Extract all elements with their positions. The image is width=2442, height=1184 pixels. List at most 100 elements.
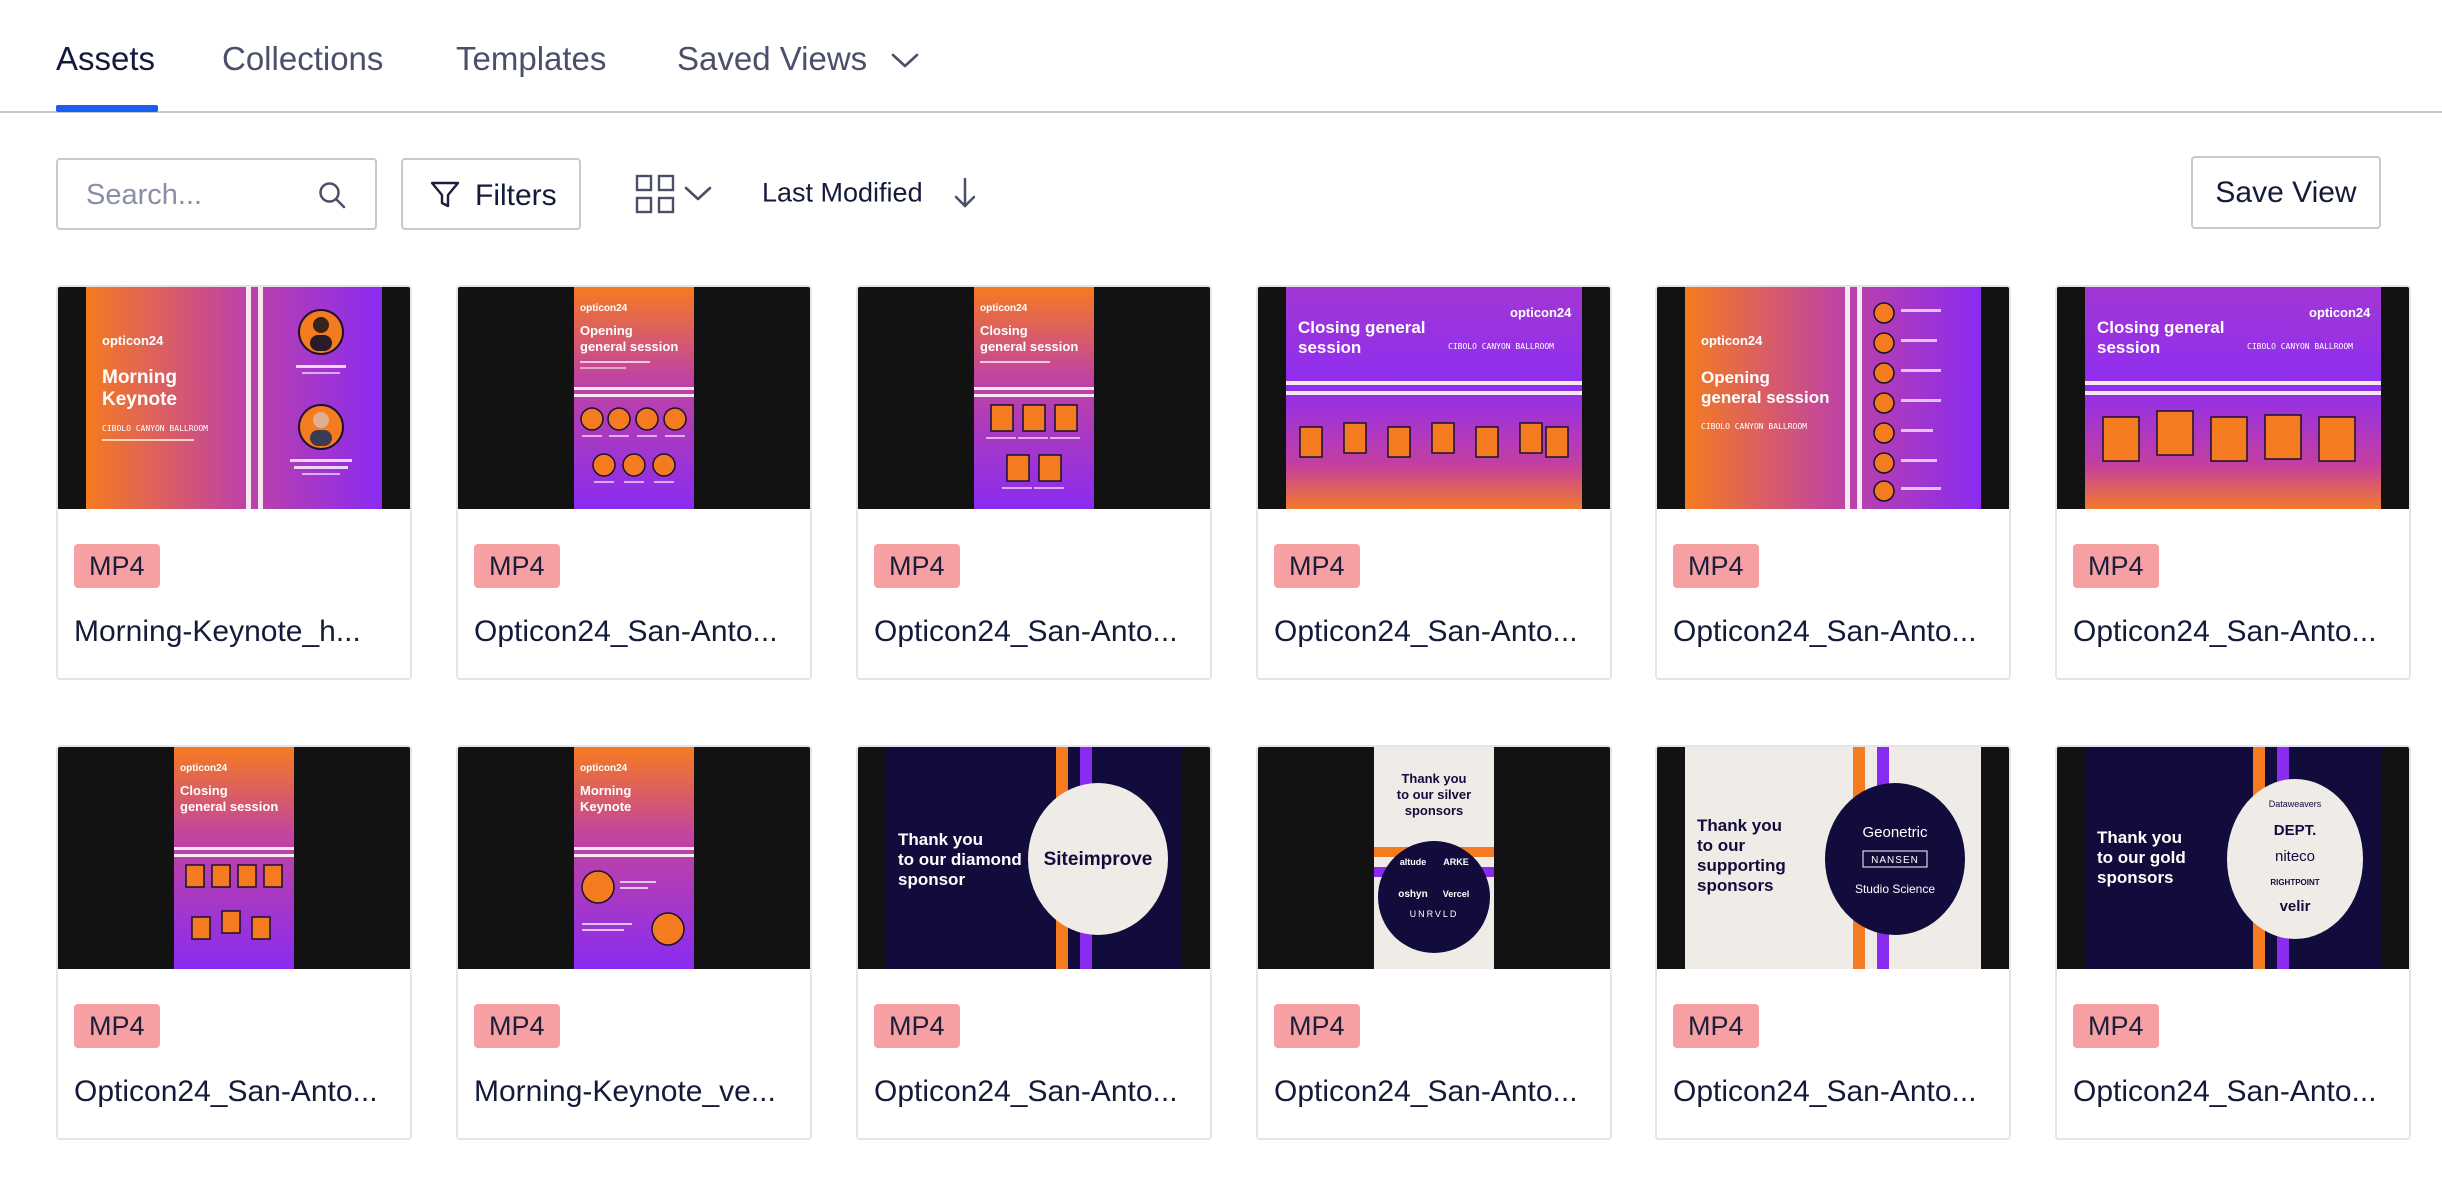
asset-card[interactable]: opticon24 Closing general session CIBOLO…: [1256, 285, 1612, 680]
asset-filename[interactable]: Opticon24_San-Anto...: [1673, 1075, 1995, 1109]
asset-card[interactable]: opticon24 Closing general session CIBOLO…: [2055, 285, 2411, 680]
filters-button[interactable]: Filters: [401, 158, 581, 230]
chevron-down-icon: [892, 53, 919, 68]
file-type-badge: MP4: [74, 544, 160, 588]
asset-filename[interactable]: Opticon24_San-Anto...: [874, 615, 1196, 649]
sponsor-logo: velir: [2280, 898, 2311, 915]
thumb-title: to our silver: [1397, 787, 1471, 802]
asset-thumbnail: opticon24 Closing general session CIBOLO…: [1258, 287, 1610, 509]
thumb-title: to our: [1697, 836, 1746, 855]
asset-card[interactable]: opticon24 Morning Keynote CIBOLO CANYON …: [56, 285, 412, 680]
file-type-badge: MP4: [2073, 544, 2159, 588]
thumb-title: Closing general: [2097, 318, 2225, 337]
tab-collections[interactable]: Collections: [222, 40, 383, 78]
asset-card[interactable]: opticon24 Closing general session MP4 Op…: [56, 745, 412, 1140]
asset-filename[interactable]: Opticon24_San-Anto...: [2073, 615, 2395, 649]
thumb-room: CIBOLO CANYON BALLROOM: [102, 424, 208, 433]
asset-filename[interactable]: Opticon24_San-Anto...: [2073, 1075, 2395, 1109]
sponsor-logo: oshyn: [1398, 889, 1427, 900]
thumb-title: Opening: [580, 323, 633, 338]
active-tab-indicator: [56, 105, 158, 112]
asset-thumbnail: Thank you to our silver sponsors altude …: [1258, 747, 1610, 969]
search-input[interactable]: [86, 176, 306, 214]
thumb-room: CIBOLO CANYON BALLROOM: [2247, 342, 2353, 351]
thumb-title: Closing: [980, 323, 1028, 338]
asset-filename[interactable]: Opticon24_San-Anto...: [1673, 615, 1995, 649]
asset-filename[interactable]: Opticon24_San-Anto...: [1274, 615, 1596, 649]
thumb-title: general session: [980, 339, 1078, 354]
chevron-down-icon: [684, 186, 712, 201]
thumb-title: supporting: [1697, 856, 1786, 875]
asset-card[interactable]: Thank you to our gold sponsors Dataweave…: [2055, 745, 2411, 1140]
thumb-title: sponsors: [2097, 868, 2174, 887]
thumb-title: general session: [580, 339, 678, 354]
filters-label: Filters: [475, 179, 557, 212]
sponsor-logo: Studio Science: [1855, 882, 1935, 896]
asset-filename[interactable]: Morning-Keynote_ve...: [474, 1075, 796, 1109]
sponsor-logo: ARKE: [1443, 857, 1469, 867]
thumb-title: sponsor: [898, 870, 965, 889]
thumb-title: Thank you: [2097, 828, 2182, 847]
search-icon[interactable]: [317, 180, 347, 210]
thumb-title: Keynote: [102, 389, 177, 410]
asset-thumbnail: opticon24 Morning Keynote: [458, 747, 810, 969]
asset-thumbnail: opticon24 Closing general session CIBOLO…: [2057, 287, 2409, 509]
tab-bar: Assets Collections Templates Saved Views: [0, 0, 2442, 113]
asset-card[interactable]: opticon24 Morning Keynote MP4 Morning-Ke…: [456, 745, 812, 1140]
file-type-badge: MP4: [1673, 1004, 1759, 1048]
sponsor-logo: Vercel: [1443, 889, 1470, 899]
view-mode-toggle[interactable]: [633, 172, 717, 218]
file-type-badge: MP4: [874, 544, 960, 588]
search-box[interactable]: [56, 158, 377, 230]
grid-view-icon: [635, 174, 675, 214]
sponsor-logo: NANSEN: [1871, 855, 1919, 866]
tab-saved-views[interactable]: Saved Views: [677, 40, 920, 78]
asset-thumbnail: Thank you to our gold sponsors Dataweave…: [2057, 747, 2409, 969]
sort-control[interactable]: Last Modified: [762, 176, 977, 216]
asset-filename[interactable]: Morning-Keynote_h...: [74, 615, 396, 649]
file-type-badge: MP4: [1274, 1004, 1360, 1048]
asset-thumbnail: opticon24 Opening general session CIBOLO…: [1657, 287, 2009, 509]
tab-assets[interactable]: Assets: [56, 40, 155, 78]
thumb-title: Closing general: [1298, 318, 1426, 337]
sponsor-logo: Geonetric: [1862, 824, 1928, 841]
asset-card[interactable]: Thank you to our silver sponsors altude …: [1256, 745, 1612, 1140]
thumb-title: Thank you: [1697, 816, 1782, 835]
file-type-badge: MP4: [474, 544, 560, 588]
asset-filename[interactable]: Opticon24_San-Anto...: [1274, 1075, 1596, 1109]
thumb-title: general session: [180, 799, 278, 814]
file-type-badge: MP4: [874, 1004, 960, 1048]
file-type-badge: MP4: [1673, 544, 1759, 588]
asset-filename[interactable]: Opticon24_San-Anto...: [474, 615, 796, 649]
asset-card[interactable]: opticon24 Opening general session CIBOLO…: [1655, 285, 2011, 680]
asset-thumbnail: Thank you to our diamond sponsor Siteimp…: [858, 747, 1210, 969]
sponsor-logo: Siteimprove: [1044, 849, 1153, 870]
thumb-title: to our gold: [2097, 848, 2186, 867]
thumb-title: sponsors: [1697, 876, 1774, 895]
asset-filename[interactable]: Opticon24_San-Anto...: [74, 1075, 396, 1109]
sort-label: Last Modified: [762, 177, 923, 208]
tab-templates[interactable]: Templates: [456, 40, 606, 78]
brand-text: opticon24: [1510, 305, 1572, 320]
filter-icon: [430, 181, 460, 208]
sponsor-logo: UNRVLD: [1410, 909, 1459, 919]
asset-card[interactable]: Thank you to our supporting sponsors Geo…: [1655, 745, 2011, 1140]
asset-card[interactable]: Thank you to our diamond sponsor Siteimp…: [856, 745, 1212, 1140]
asset-card[interactable]: opticon24 Closing general session MP4 Op…: [856, 285, 1212, 680]
file-type-badge: MP4: [474, 1004, 560, 1048]
save-view-button[interactable]: Save View: [2191, 156, 2381, 229]
sponsor-logo: Dataweavers: [2269, 799, 2322, 809]
arrow-down-icon[interactable]: [953, 176, 977, 210]
brand-text: opticon24: [580, 303, 628, 314]
asset-thumbnail: opticon24 Closing general session: [858, 287, 1210, 509]
sponsor-logo: RIGHTPOINT: [2270, 878, 2319, 887]
asset-filename[interactable]: Opticon24_San-Anto...: [874, 1075, 1196, 1109]
asset-thumbnail: opticon24 Closing general session: [58, 747, 410, 969]
asset-card[interactable]: opticon24 Opening general session MP4 Op…: [456, 285, 812, 680]
thumb-title: Thank you: [1401, 771, 1466, 786]
thumb-room: CIBOLO CANYON BALLROOM: [1448, 342, 1554, 351]
thumb-title: Keynote: [580, 799, 631, 814]
thumb-title: Thank you: [898, 830, 983, 849]
thumb-room: CIBOLO CANYON BALLROOM: [1701, 422, 1807, 431]
brand-text: opticon24: [102, 333, 164, 348]
